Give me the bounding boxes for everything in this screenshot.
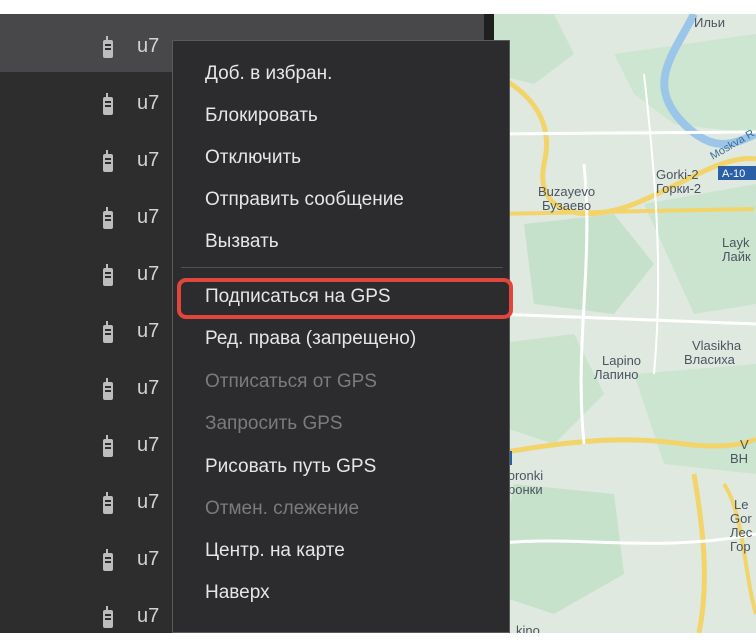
- radio-device-icon: [103, 321, 113, 343]
- map-label-vlasikha-cyr: Власиха: [684, 352, 735, 367]
- menu-item[interactable]: Доб. в избран.: [205, 63, 332, 85]
- device-label: u7: [137, 35, 160, 57]
- map-label-vlasikha-lat: Vlasikha: [692, 338, 742, 353]
- map-label-les-1: Le: [734, 497, 749, 512]
- radio-device-icon: [103, 150, 113, 172]
- radio-device-icon: [103, 264, 113, 286]
- map-label-layk-lat: Layk: [722, 235, 750, 250]
- map-label-buzayevo-cyr: Бузаево: [542, 198, 592, 213]
- map-label-les-3: Лес: [730, 525, 753, 540]
- map-graphics: [494, 14, 756, 633]
- radio-device-icon: [103, 549, 113, 571]
- radio-device-icon: [103, 435, 113, 457]
- menu-item[interactable]: Блокировать: [205, 105, 318, 127]
- context-menu: Доб. в избран. Блокировать Отключить Отправ…: [172, 40, 513, 633]
- radio-device-icon: [103, 207, 113, 229]
- menu-item[interactable]: Вызвать: [205, 231, 279, 253]
- device-label: u7: [137, 92, 160, 114]
- device-label: u7: [137, 149, 160, 171]
- radio-device-icon: [103, 93, 113, 115]
- radio-device-icon: [103, 36, 113, 58]
- menu-item[interactable]: Отправить сообщение: [205, 189, 404, 211]
- map-label-lapino-cyr: Лапино: [594, 367, 639, 382]
- map-label-buzayevo-lat: Buzayevo: [538, 184, 596, 199]
- menu-item[interactable]: Рисовать путь GPS: [205, 456, 376, 478]
- device-label: u7: [137, 434, 160, 456]
- map-view[interactable]: Ильи Moskva R Gorki-2 Горки-2 A-10 Buzay…: [494, 14, 756, 633]
- device-label: u7: [137, 263, 160, 285]
- menu-separator: [181, 267, 503, 268]
- menu-item: Запросить GPS: [205, 413, 343, 434]
- map-label-kino-frag: kino: [516, 623, 540, 634]
- device-label: u7: [137, 605, 160, 627]
- menu-item: Отписаться от GPS: [205, 371, 377, 392]
- menu-item[interactable]: Отключить: [205, 147, 301, 169]
- map-label-ilyinskoye: Ильи: [694, 15, 725, 30]
- menu-item[interactable]: Подписаться на GPS: [205, 286, 391, 308]
- map-label-gorki2-cyr: Горки-2: [656, 181, 702, 196]
- menu-item: Отмен. слежение: [205, 498, 360, 519]
- map-label-les-4: Гор: [730, 539, 751, 554]
- map-label-lapino-lat: Lapino: [602, 353, 642, 368]
- radio-device-icon: [103, 492, 113, 514]
- menu-item[interactable]: Центр. на карте: [205, 540, 345, 562]
- menu-item[interactable]: Наверх: [205, 582, 270, 604]
- map-label-v-frag: V: [740, 437, 749, 452]
- map-label-layk-cyr: Лайк: [722, 249, 751, 264]
- device-label: u7: [137, 320, 160, 342]
- device-label: u7: [137, 491, 160, 513]
- map-label-vn-frag: ВН: [730, 451, 749, 466]
- radio-device-icon: [103, 606, 113, 628]
- device-label: u7: [137, 548, 160, 570]
- device-label: u7: [137, 377, 160, 399]
- radio-device-icon: [103, 378, 113, 400]
- device-label: u7: [137, 206, 160, 228]
- map-label-a10: A-10: [722, 168, 746, 180]
- menu-item[interactable]: Ред. права (запрещено): [205, 328, 416, 350]
- map-label-gorki2-lat: Gorki-2: [656, 167, 699, 182]
- map-label-les-2: Gor: [730, 511, 752, 526]
